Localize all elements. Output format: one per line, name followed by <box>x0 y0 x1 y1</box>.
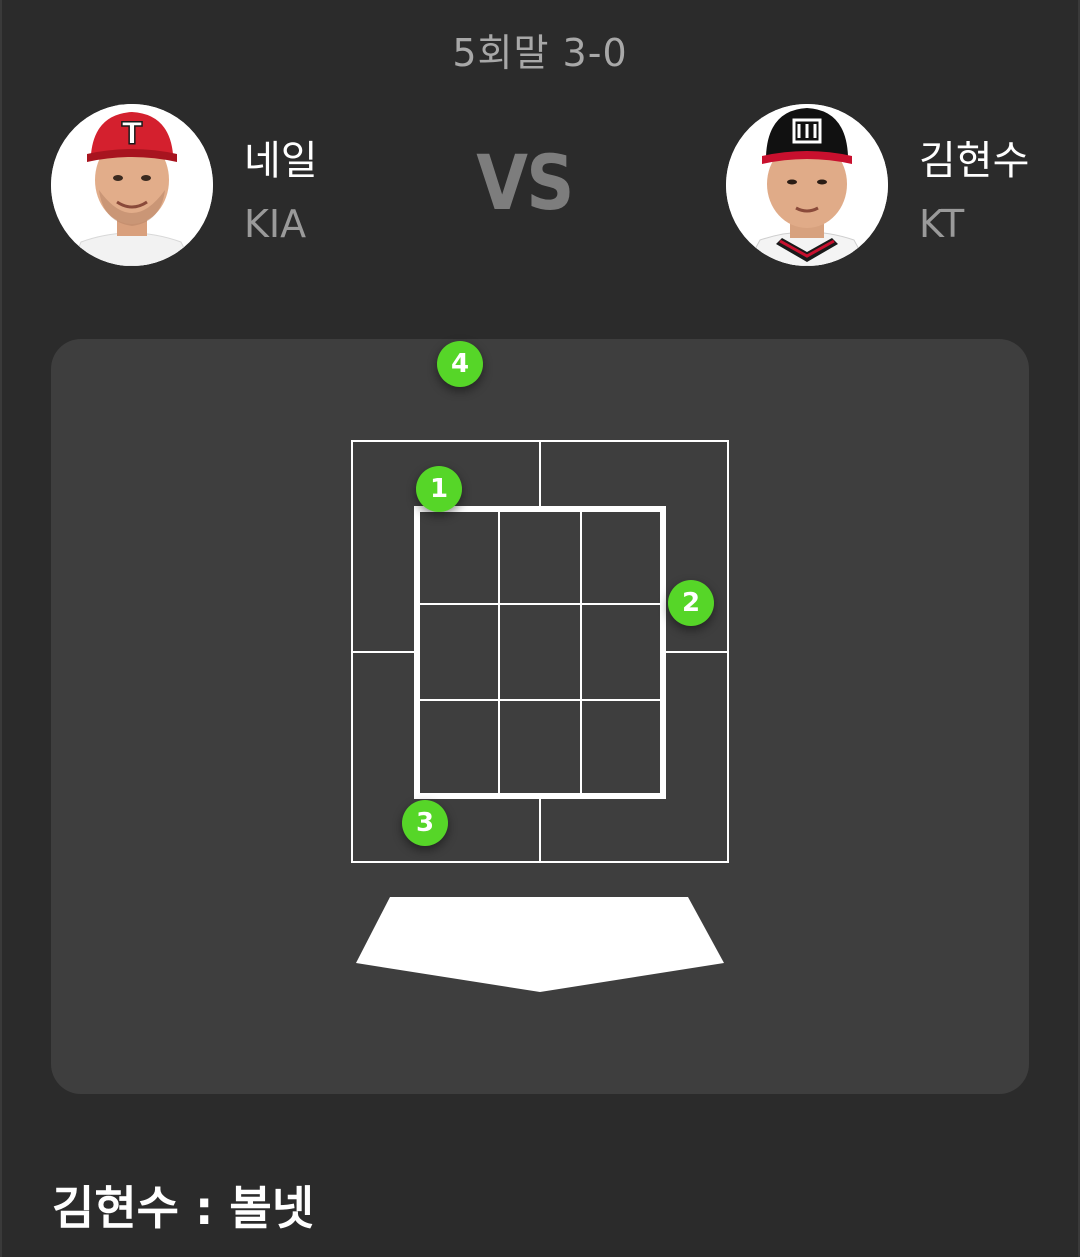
strike-zone-diagram <box>351 440 729 992</box>
pitcher-team: KIA <box>244 202 307 246</box>
pitch-marker-1[interactable]: 1 <box>416 466 462 512</box>
strike-zone-panel <box>51 339 1029 1094</box>
at-bat-result: 김현수 : 볼넷 <box>52 1181 315 1235</box>
batter-team: KT <box>919 202 965 246</box>
batter-name[interactable]: 김현수 <box>919 128 1029 186</box>
pitcher-name[interactable]: 네일 <box>244 128 318 186</box>
pitch-marker-4[interactable]: 4 <box>437 341 483 387</box>
pitch-marker-2[interactable]: 2 <box>668 580 714 626</box>
batter-photo-icon <box>726 104 888 266</box>
pitcher-photo-icon: T <box>51 104 213 266</box>
pitcher-avatar[interactable]: T <box>51 104 213 266</box>
pitcher-cap-letter: T <box>122 117 143 152</box>
batter-avatar[interactable] <box>726 104 888 266</box>
pitch-marker-3[interactable]: 3 <box>402 800 448 846</box>
home-plate-icon <box>356 897 724 992</box>
inning-score: 5회말 3-0 <box>452 31 628 75</box>
frame-edge-left <box>0 0 2 1257</box>
versus-label: VS <box>476 138 574 227</box>
strike-zone-box <box>414 506 666 799</box>
